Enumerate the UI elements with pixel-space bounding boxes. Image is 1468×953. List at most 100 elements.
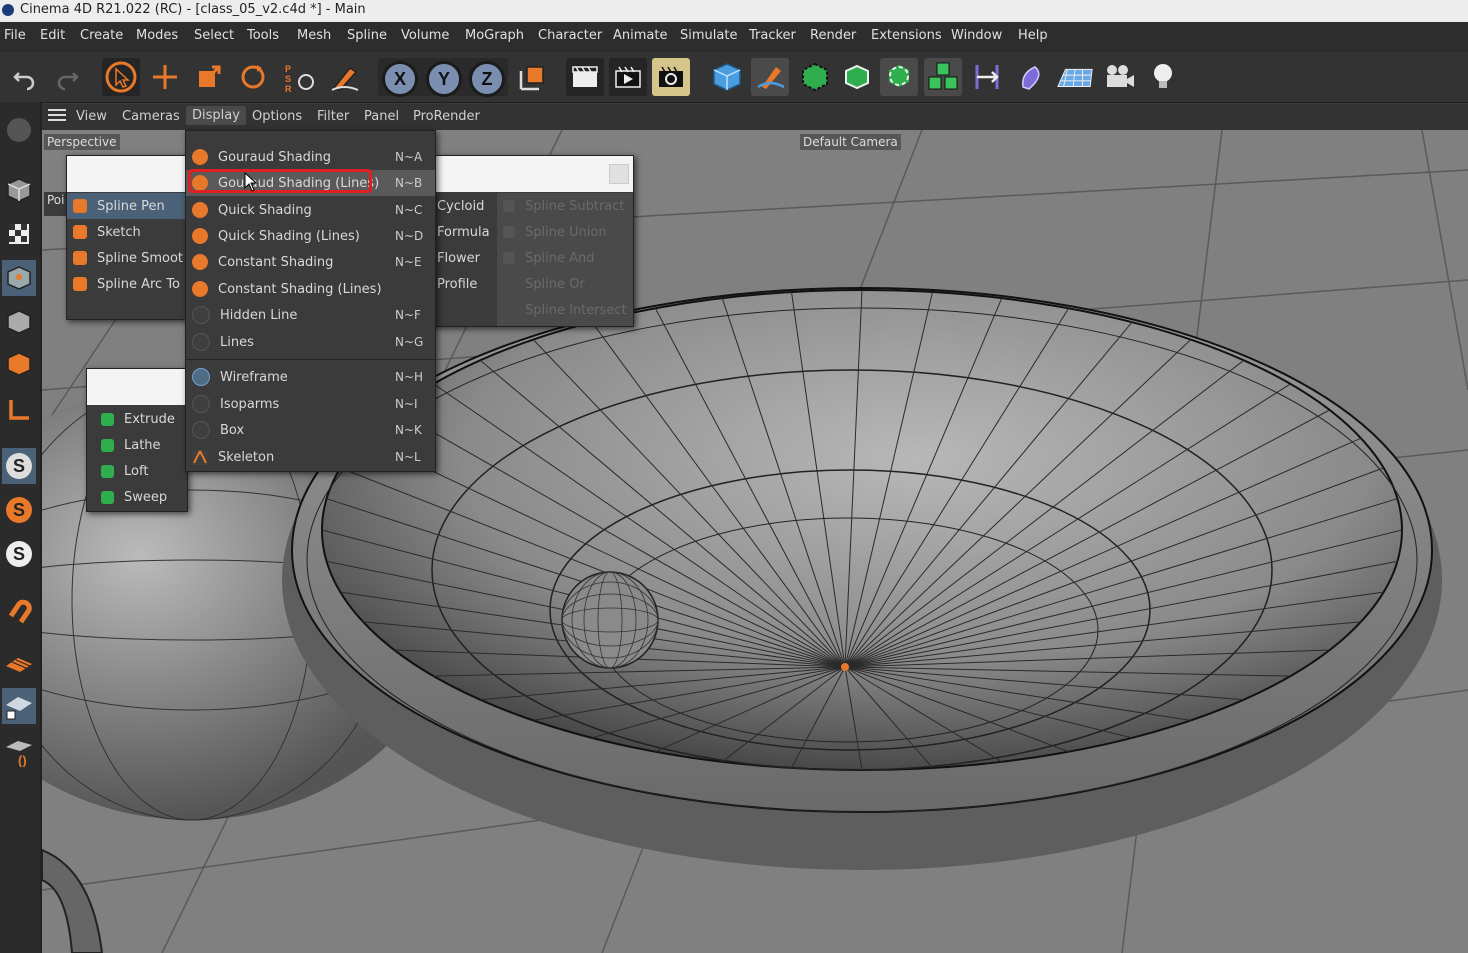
menu-modes[interactable]: Modes bbox=[136, 28, 178, 43]
animation-mode-icon[interactable] bbox=[2, 346, 36, 382]
menu-animate[interactable]: Animate bbox=[613, 28, 667, 43]
make-editable-icon[interactable] bbox=[2, 172, 36, 208]
spline-pen-icon[interactable] bbox=[326, 58, 364, 96]
viewport-menu-view[interactable]: View bbox=[76, 109, 107, 124]
menu-item-quick-shading-lines[interactable]: Quick Shading (Lines) N~D bbox=[186, 223, 435, 249]
menu-extensions[interactable]: Extensions bbox=[871, 28, 942, 43]
solo-icon[interactable]: S bbox=[2, 448, 36, 484]
highlight-annotation bbox=[188, 169, 372, 193]
menu-item-constant-shading-lines[interactable]: Constant Shading (Lines) bbox=[186, 276, 435, 302]
menu-item-loft[interactable]: Loft bbox=[87, 458, 187, 484]
light-icon[interactable] bbox=[1144, 58, 1182, 96]
move-select-icon[interactable] bbox=[102, 58, 140, 96]
loft-icon bbox=[101, 464, 114, 478]
menu-spline[interactable]: Spline bbox=[347, 28, 387, 43]
redo-icon[interactable] bbox=[48, 58, 86, 96]
menu-item-spline-pen[interactable]: Spline Pen bbox=[67, 193, 189, 219]
viewport-menu-display[interactable]: Display bbox=[186, 106, 246, 125]
deformer-icon[interactable] bbox=[968, 58, 1006, 96]
menu-item-lines[interactable]: Lines N~G bbox=[186, 329, 435, 355]
menu-item-constant-shading[interactable]: Constant Shading N~E bbox=[186, 249, 435, 275]
array-icon[interactable] bbox=[924, 58, 962, 96]
menu-help[interactable]: Help bbox=[1018, 28, 1048, 43]
extrude-icon[interactable] bbox=[838, 58, 876, 96]
lock-z-icon[interactable]: Z bbox=[469, 61, 505, 97]
menu-item-gouraud-shading[interactable]: Gouraud Shading N~A bbox=[186, 144, 435, 170]
render-view-icon[interactable] bbox=[609, 58, 647, 96]
menu-item-skeleton[interactable]: Skeleton N~L bbox=[186, 444, 435, 470]
camera-icon[interactable] bbox=[1100, 58, 1138, 96]
model-mode-icon[interactable] bbox=[2, 260, 36, 296]
menu-item-isoparms[interactable]: Isoparms N~I bbox=[186, 391, 435, 417]
svg-text:S: S bbox=[285, 74, 291, 84]
camera-label[interactable]: Default Camera bbox=[800, 134, 901, 150]
render-region-icon[interactable] bbox=[566, 58, 604, 96]
subdivision-icon[interactable] bbox=[796, 58, 834, 96]
menu-item-profile[interactable]: Profile bbox=[431, 271, 493, 297]
texture-mode-icon[interactable] bbox=[2, 216, 36, 252]
solo-hierarchy-icon[interactable]: S bbox=[2, 492, 36, 528]
menu-item-flower[interactable]: Flower bbox=[431, 245, 493, 271]
solo-off-icon[interactable]: S bbox=[2, 536, 36, 572]
menu-simulate[interactable]: Simulate bbox=[680, 28, 737, 43]
menu-item-spline-intersect[interactable]: Spline Intersect bbox=[497, 297, 633, 323]
workplane-icon[interactable] bbox=[2, 392, 36, 428]
menu-render[interactable]: Render bbox=[810, 28, 856, 43]
menu-item-sketch[interactable]: Sketch bbox=[67, 219, 189, 245]
menu-item-spline-arc-to[interactable]: Spline Arc To bbox=[67, 271, 189, 297]
coordinate-system-icon[interactable] bbox=[514, 58, 552, 96]
object-mode-icon[interactable] bbox=[2, 304, 36, 340]
pen-tool-icon[interactable] bbox=[751, 58, 789, 96]
lock-x-icon[interactable]: X bbox=[382, 61, 418, 97]
move-icon[interactable] bbox=[146, 58, 184, 96]
magnet-icon[interactable] bbox=[2, 592, 36, 628]
menu-item-cycloid[interactable]: Cycloid bbox=[431, 193, 493, 219]
menu-character[interactable]: Character bbox=[538, 28, 602, 43]
menu-volume[interactable]: Volume bbox=[401, 28, 449, 43]
menu-item-hidden-line[interactable]: Hidden Line N~F bbox=[186, 302, 435, 328]
menu-file[interactable]: File bbox=[4, 28, 26, 43]
sweep-icon[interactable] bbox=[1012, 58, 1050, 96]
viewport-hamburger-icon[interactable] bbox=[48, 108, 66, 126]
viewport-menu-filter[interactable]: Filter bbox=[317, 109, 349, 124]
menu-item-spline-subtract[interactable]: Spline Subtract bbox=[497, 193, 633, 219]
undo-icon[interactable] bbox=[6, 58, 44, 96]
lock-y-icon[interactable]: Y bbox=[426, 61, 462, 97]
menu-item-spline-and[interactable]: Spline And bbox=[497, 245, 633, 271]
menu-item-spline-union[interactable]: Spline Union bbox=[497, 219, 633, 245]
generator-menu-header bbox=[87, 369, 187, 405]
mograph-cloner-icon[interactable] bbox=[880, 58, 918, 96]
cube-icon[interactable] bbox=[708, 58, 746, 96]
tool-placeholder-icon[interactable] bbox=[2, 112, 36, 148]
menu-mograph[interactable]: MoGraph bbox=[465, 28, 524, 43]
psr-icon[interactable]: PSR bbox=[280, 58, 318, 96]
menu-item-quick-shading[interactable]: Quick Shading N~C bbox=[186, 197, 435, 223]
menu-item-box[interactable]: Box N~K bbox=[186, 417, 435, 443]
menu-window[interactable]: Window bbox=[951, 28, 1002, 43]
viewport-menu-options[interactable]: Options bbox=[252, 109, 302, 124]
grid-snap-icon[interactable] bbox=[2, 688, 36, 724]
menu-tools[interactable]: Tools bbox=[247, 28, 279, 43]
menu-item-sweep[interactable]: Sweep bbox=[87, 484, 187, 510]
menu-create[interactable]: Create bbox=[80, 28, 123, 43]
menu-item-spline-or[interactable]: Spline Or bbox=[497, 271, 633, 297]
menu-item-spline-smooth[interactable]: Spline Smoot bbox=[67, 245, 189, 271]
menu-mesh[interactable]: Mesh bbox=[297, 28, 331, 43]
menu-item-lathe[interactable]: Lathe bbox=[87, 432, 187, 458]
menu-item-extrude[interactable]: Extrude bbox=[87, 406, 187, 432]
render-settings-icon[interactable] bbox=[652, 58, 690, 96]
menu-edit[interactable]: Edit bbox=[40, 28, 65, 43]
axis-snap-icon[interactable]: () bbox=[2, 734, 36, 770]
scale-icon[interactable] bbox=[190, 58, 228, 96]
menu-item-formula[interactable]: Formula bbox=[431, 219, 493, 245]
menu-item-wireframe[interactable]: Wireframe N~H bbox=[186, 364, 435, 390]
viewport-menu-prorender[interactable]: ProRender bbox=[413, 109, 480, 124]
rotate-icon[interactable] bbox=[234, 58, 272, 96]
menu-tracker[interactable]: Tracker bbox=[749, 28, 796, 43]
viewport-menu-cameras[interactable]: Cameras bbox=[122, 109, 180, 124]
viewport-menu-panel[interactable]: Panel bbox=[364, 109, 399, 124]
menu-close-icon[interactable] bbox=[609, 164, 629, 184]
menu-select[interactable]: Select bbox=[194, 28, 234, 43]
floor-icon[interactable] bbox=[1056, 58, 1094, 96]
snap-icon[interactable] bbox=[2, 646, 36, 682]
